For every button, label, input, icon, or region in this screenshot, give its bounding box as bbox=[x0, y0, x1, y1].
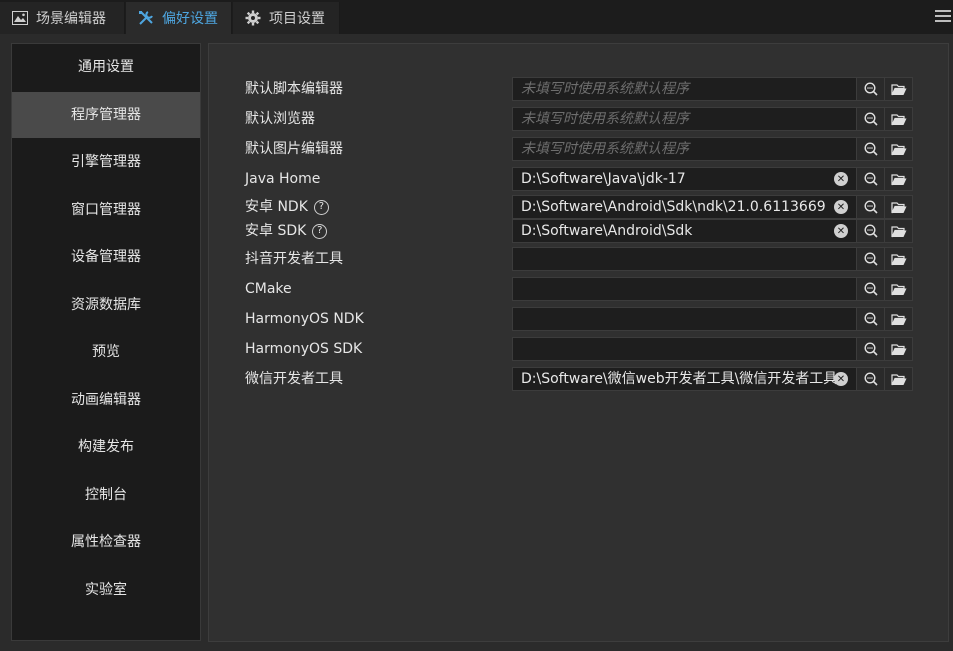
harmonyos-ndk-path-field bbox=[512, 307, 913, 331]
folder-open-icon[interactable] bbox=[884, 308, 912, 330]
sidebar-item-inspector[interactable]: 属性检查器 bbox=[12, 519, 200, 565]
path-input[interactable]: 未填写时使用系统默认程序 bbox=[513, 78, 856, 100]
sidebar-item-build-publish[interactable]: 构建发布 bbox=[12, 424, 200, 470]
folder-open-icon[interactable] bbox=[884, 196, 912, 218]
sidebar-item-general[interactable]: 通用设置 bbox=[12, 44, 200, 90]
clear-icon[interactable]: ✕ bbox=[834, 224, 848, 238]
clear-icon[interactable]: ✕ bbox=[834, 200, 848, 214]
path-input[interactable]: D:\Software\Android\Sdk\ndk\21.0.6113669 bbox=[513, 196, 856, 218]
label-wechat-devtools: 微信开发者工具 bbox=[245, 367, 343, 391]
sidebar-item-engine-manager[interactable]: 引擎管理器 bbox=[12, 139, 200, 185]
folder-open-icon[interactable] bbox=[884, 168, 912, 190]
label-text: Java Home bbox=[245, 171, 321, 187]
scene-icon bbox=[12, 10, 28, 26]
label-text: 抖音开发者工具 bbox=[245, 251, 343, 267]
help-icon[interactable]: ? bbox=[313, 199, 329, 215]
path-input[interactable]: D:\Software\Android\Sdk bbox=[513, 220, 856, 242]
search-icon[interactable] bbox=[856, 368, 884, 390]
folder-open-icon[interactable] bbox=[884, 338, 912, 360]
script-editor-path-field: 未填写时使用系统默认程序 bbox=[512, 77, 913, 101]
search-icon[interactable] bbox=[856, 168, 884, 190]
hamburger-menu-icon[interactable] bbox=[935, 10, 951, 24]
search-icon[interactable] bbox=[856, 78, 884, 100]
label-text: HarmonyOS SDK bbox=[245, 341, 363, 357]
label-default-browser: 默认浏览器 bbox=[245, 107, 315, 131]
tab-label: 偏好设置 bbox=[162, 11, 218, 27]
sidebar-item-laboratory[interactable]: 实验室 bbox=[12, 567, 200, 613]
label-text: CMake bbox=[245, 281, 292, 297]
label-text: 安卓 SDK bbox=[245, 223, 307, 239]
label-android-ndk: 安卓 NDK? bbox=[245, 195, 329, 219]
clear-icon[interactable]: ✕ bbox=[834, 172, 848, 186]
label-text: 默认浏览器 bbox=[245, 111, 315, 127]
sidebar-item-asset-database[interactable]: 资源数据库 bbox=[12, 282, 200, 328]
folder-open-icon[interactable] bbox=[884, 368, 912, 390]
label-java-home: Java Home bbox=[245, 167, 320, 191]
gear-icon bbox=[245, 10, 261, 26]
search-icon[interactable] bbox=[856, 278, 884, 300]
path-input[interactable]: 未填写时使用系统默认程序 bbox=[513, 138, 856, 160]
path-input[interactable] bbox=[513, 248, 856, 270]
label-text: HarmonyOS NDK bbox=[245, 311, 364, 327]
sidebar-item-console[interactable]: 控制台 bbox=[12, 472, 200, 518]
folder-open-icon[interactable] bbox=[884, 138, 912, 160]
tab-project-settings[interactable]: 项目设置 bbox=[233, 2, 340, 34]
label-douyin-devtools: 抖音开发者工具 bbox=[245, 247, 343, 271]
label-default-script-editor: 默认脚本编辑器 bbox=[245, 77, 343, 101]
path-input[interactable]: D:\Software\Java\jdk-17 bbox=[513, 168, 856, 190]
label-text: 默认图片编辑器 bbox=[245, 141, 343, 157]
settings-sidebar: 通用设置 程序管理器 引擎管理器 窗口管理器 设备管理器 资源数据库 预览 动画… bbox=[11, 43, 201, 641]
label-cmake: CMake bbox=[245, 277, 292, 301]
android-ndk-path-field: D:\Software\Android\Sdk\ndk\21.0.6113669… bbox=[512, 195, 913, 219]
help-icon[interactable]: ? bbox=[312, 223, 328, 239]
tab-label: 项目设置 bbox=[269, 11, 325, 27]
tab-preferences[interactable]: 偏好设置 bbox=[126, 2, 232, 34]
search-icon[interactable] bbox=[856, 108, 884, 130]
label-harmonyos-ndk: HarmonyOS NDK bbox=[245, 307, 364, 331]
folder-open-icon[interactable] bbox=[884, 278, 912, 300]
folder-open-icon[interactable] bbox=[884, 220, 912, 242]
sidebar-item-device-manager[interactable]: 设备管理器 bbox=[12, 234, 200, 280]
tab-bar: 场景编辑器 偏好设置 项目设置 bbox=[0, 0, 953, 34]
douyin-devtools-path-field bbox=[512, 247, 913, 271]
tab-label: 场景编辑器 bbox=[36, 11, 106, 27]
java-home-path-field: D:\Software\Java\jdk-17 ✕ bbox=[512, 167, 913, 191]
android-sdk-path-field: D:\Software\Android\Sdk ✕ bbox=[512, 219, 913, 243]
label-text: 微信开发者工具 bbox=[245, 371, 343, 387]
sidebar-item-animation-editor[interactable]: 动画编辑器 bbox=[12, 377, 200, 423]
label-harmonyos-sdk: HarmonyOS SDK bbox=[245, 337, 362, 361]
image-editor-path-field: 未填写时使用系统默认程序 bbox=[512, 137, 913, 161]
label-text: 安卓 NDK bbox=[245, 199, 308, 215]
label-default-image-editor: 默认图片编辑器 bbox=[245, 137, 343, 161]
search-icon[interactable] bbox=[856, 138, 884, 160]
path-input[interactable]: D:\Software\微信web开发者工具\微信开发者工具 bbox=[513, 368, 856, 390]
label-text: 默认脚本编辑器 bbox=[245, 81, 343, 97]
search-icon[interactable] bbox=[856, 308, 884, 330]
search-icon[interactable] bbox=[856, 220, 884, 242]
search-icon[interactable] bbox=[856, 338, 884, 360]
path-input[interactable] bbox=[513, 308, 856, 330]
path-input[interactable]: 未填写时使用系统默认程序 bbox=[513, 108, 856, 130]
clear-icon[interactable]: ✕ bbox=[834, 372, 848, 386]
wechat-devtools-path-field: D:\Software\微信web开发者工具\微信开发者工具 ✕ bbox=[512, 367, 913, 391]
sidebar-item-preview[interactable]: 预览 bbox=[12, 329, 200, 375]
tab-scene-editor[interactable]: 场景编辑器 bbox=[0, 2, 125, 34]
tools-icon bbox=[138, 10, 154, 26]
sidebar-item-window-manager[interactable]: 窗口管理器 bbox=[12, 187, 200, 233]
browser-path-field: 未填写时使用系统默认程序 bbox=[512, 107, 913, 131]
cmake-path-field bbox=[512, 277, 913, 301]
label-android-sdk: 安卓 SDK? bbox=[245, 219, 328, 243]
folder-open-icon[interactable] bbox=[884, 248, 912, 270]
search-icon[interactable] bbox=[856, 196, 884, 218]
folder-open-icon[interactable] bbox=[884, 108, 912, 130]
path-input[interactable] bbox=[513, 278, 856, 300]
path-input[interactable] bbox=[513, 338, 856, 360]
folder-open-icon[interactable] bbox=[884, 78, 912, 100]
search-icon[interactable] bbox=[856, 248, 884, 270]
sidebar-item-program-manager[interactable]: 程序管理器 bbox=[12, 92, 200, 138]
harmonyos-sdk-path-field bbox=[512, 337, 913, 361]
